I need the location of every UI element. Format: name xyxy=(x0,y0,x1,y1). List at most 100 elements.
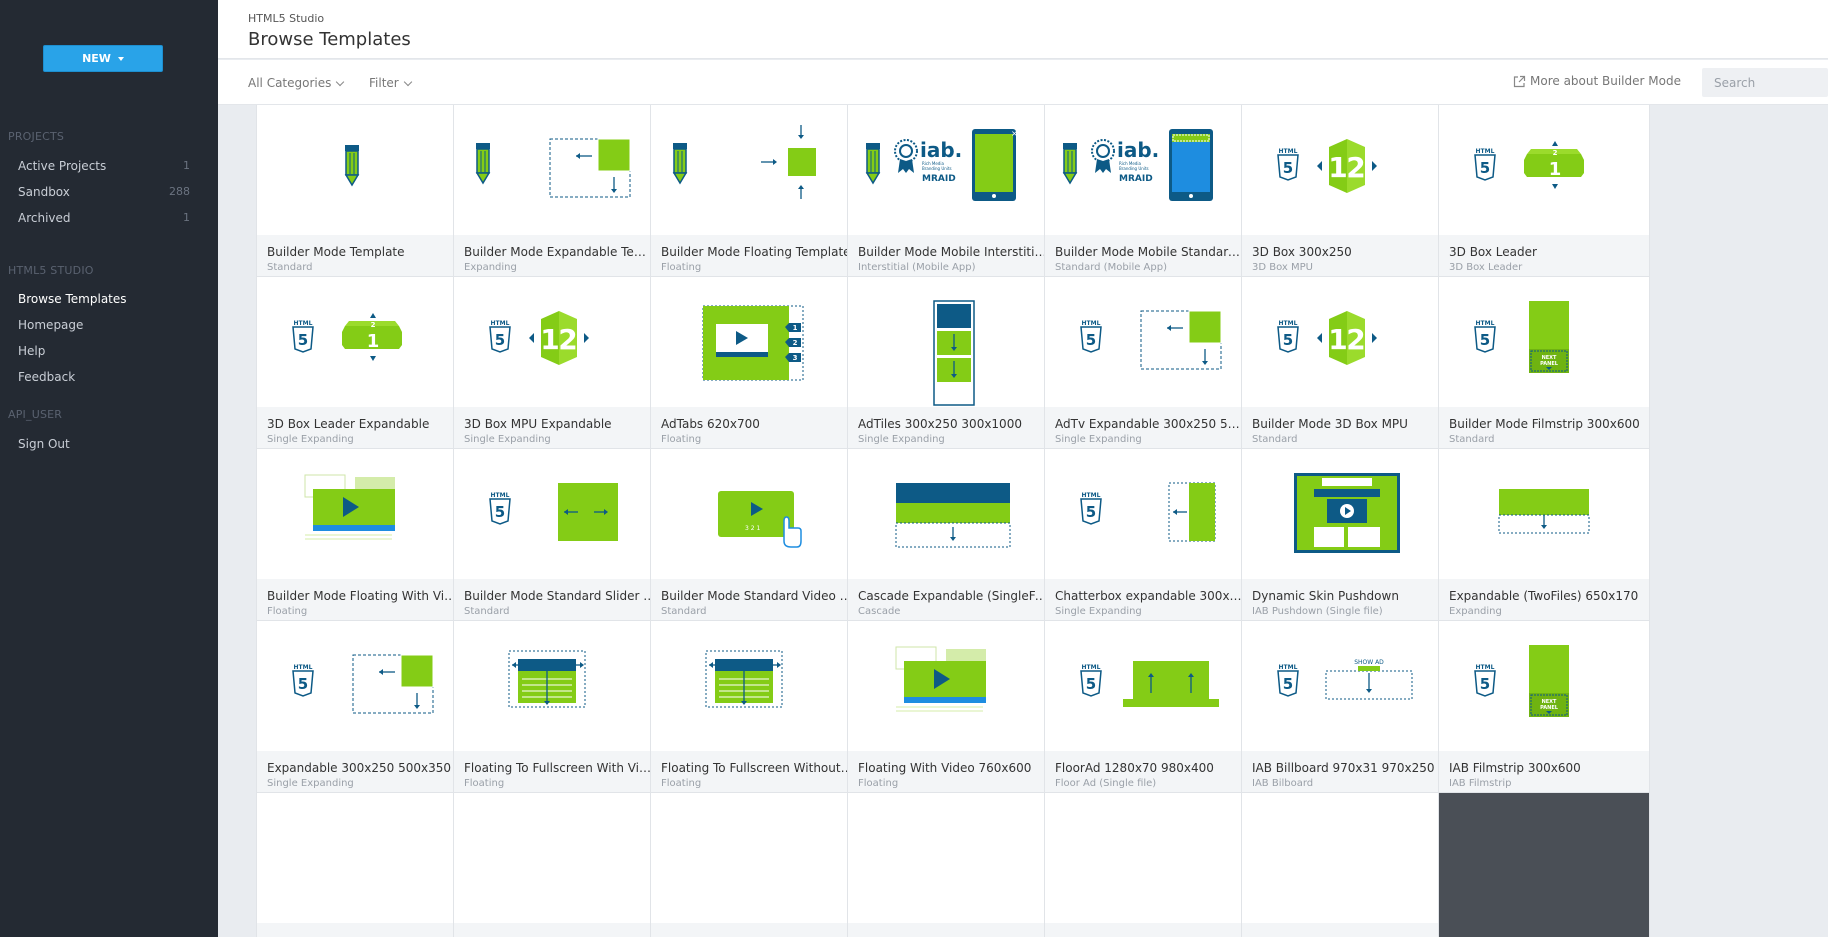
template-card[interactable] xyxy=(1242,793,1452,937)
template-card[interactable]: HTML 5 1 2 Builder Mode 3D Box MPU Standard xyxy=(1242,277,1452,457)
main-content: HTML5 Studio Browse Templates All Catego… xyxy=(218,0,1828,937)
template-card[interactable]: HTML 5 1 2 3D Box 300x250 3D Box MPU xyxy=(1242,105,1452,285)
svg-text:1: 1 xyxy=(1328,151,1347,184)
template-card[interactable]: HTML 5 Builder Mode Standard Slider 3... … xyxy=(454,449,664,629)
template-card[interactable] xyxy=(848,793,1058,937)
template-card[interactable]: Builder Mode Floating Template Floating xyxy=(651,105,861,285)
projects-heading: PROJECTS xyxy=(8,130,65,143)
template-subtitle: Expanding xyxy=(464,262,517,273)
template-thumbnail-graphic xyxy=(895,483,1011,548)
svg-text:HTML: HTML xyxy=(1279,148,1298,155)
template-card[interactable]: HTML 5 AdTv Expandable 300x250 500x... Si… xyxy=(1045,277,1255,457)
filter-dropdown[interactable]: Filter xyxy=(369,76,412,90)
svg-text:1: 1 xyxy=(793,324,798,332)
template-thumbnail xyxy=(1242,793,1452,923)
svg-text:HTML: HTML xyxy=(1279,664,1298,671)
sidebar-item-label: Sandbox xyxy=(18,185,70,199)
template-title: Builder Mode Filmstrip 300x600 xyxy=(1449,417,1640,431)
template-card[interactable]: AdTiles 300x250 300x1000 Single Expandin… xyxy=(848,277,1058,457)
template-title: Floating To Fullscreen Without ... xyxy=(661,761,853,775)
template-card[interactable]: HTML 5 1 2 3D Box MPU Expandable Single Exp… xyxy=(454,277,664,457)
template-thumbnail xyxy=(257,793,467,923)
template-card[interactable]: Floating With Video 760x600 Floating xyxy=(848,621,1058,801)
template-card[interactable]: HTML 5 1 2 3D Box Leader 3D Box Leader xyxy=(1439,105,1649,285)
template-card[interactable]: Builder Mode Expandable Templ... Expandi… xyxy=(454,105,664,285)
template-card[interactable] xyxy=(454,793,664,937)
svg-text:1: 1 xyxy=(1549,159,1562,180)
template-title: Expandable (TwoFiles) 650x170 xyxy=(1449,589,1639,603)
template-card[interactable]: HTML 5 FloorAd 1280x70 980x400 Floor Ad (… xyxy=(1045,621,1255,801)
template-title: Cascade Expandable (SingleFile)... xyxy=(858,589,1050,603)
template-card[interactable] xyxy=(1045,793,1255,937)
template-thumbnail-graphic: HTML 5 xyxy=(1080,661,1219,707)
template-card[interactable]: 3 2 1 Builder Mode Standard Video M... S… xyxy=(651,449,861,629)
template-card[interactable]: Cascade Expandable (SingleFile)... Casca… xyxy=(848,449,1058,629)
template-thumbnail-graphic: HTML 5 xyxy=(1080,482,1216,542)
template-card[interactable]: iab. Rich Media Branding Units MRAID Builde… xyxy=(1045,105,1255,285)
template-card[interactable]: Floating To Fullscreen Without ... Float… xyxy=(651,621,861,801)
caret-down-icon xyxy=(117,56,124,61)
template-card[interactable]: Expandable (TwoFiles) 650x170 Expanding xyxy=(1439,449,1649,629)
search-input[interactable] xyxy=(1702,68,1828,97)
svg-text:HTML: HTML xyxy=(1279,320,1298,327)
template-subtitle: Single Expanding xyxy=(267,434,354,445)
template-subtitle: 3D Box MPU xyxy=(1252,262,1313,273)
template-subtitle: Floating xyxy=(464,778,505,789)
template-card[interactable]: HTML 5 NEXT PANEL Builder Mode Filmstrip 30… xyxy=(1439,277,1649,457)
template-card[interactable] xyxy=(257,793,467,937)
template-subtitle: IAB Bilboard xyxy=(1252,778,1314,789)
template-thumbnail xyxy=(651,793,861,923)
sidebar-item-sandbox[interactable]: Sandbox 288 xyxy=(18,185,190,199)
sidebar-item-homepage[interactable]: Homepage xyxy=(18,318,190,332)
sidebar-item-count: 1 xyxy=(183,159,190,172)
template-thumbnail: HTML 5 1 2 xyxy=(454,277,664,407)
template-subtitle: IAB Pushdown (Single file) xyxy=(1252,606,1383,617)
template-subtitle: Floating xyxy=(661,262,702,273)
template-thumbnail xyxy=(651,621,861,751)
sidebar-item-help[interactable]: Help xyxy=(18,344,190,358)
template-thumbnail xyxy=(1045,793,1255,923)
svg-text:HTML: HTML xyxy=(1476,664,1495,671)
sidebar-item-label: Homepage xyxy=(18,318,84,332)
new-button-label: NEW xyxy=(82,52,111,65)
template-card[interactable]: Builder Mode Template Standard xyxy=(257,105,467,285)
template-card[interactable]: Builder Mode Floating With Vid... Floati… xyxy=(257,449,467,629)
template-card[interactable]: HTML 5 1 2 3D Box Leader Expandable Single … xyxy=(257,277,467,457)
breadcrumb[interactable]: HTML5 Studio xyxy=(248,12,324,25)
template-card[interactable]: HTML 5 Expandable 300x250 500x350 Single … xyxy=(257,621,467,801)
template-card[interactable]: Dynamic Skin Pushdown IAB Pushdown (Sing… xyxy=(1242,449,1452,629)
template-title: Builder Mode Floating Template xyxy=(661,245,851,259)
template-card[interactable] xyxy=(1439,793,1649,937)
sidebar-item-feedback[interactable]: Feedback xyxy=(18,370,190,384)
template-card[interactable]: 1 2 3 AdTabs 620x700 Floating xyxy=(651,277,861,457)
svg-text:2: 2 xyxy=(793,339,798,347)
template-thumbnail xyxy=(257,105,467,235)
sidebar-item-browse-templates[interactable]: Browse Templates xyxy=(18,292,190,306)
template-card[interactable]: Floating To Fullscreen With Video Floati… xyxy=(454,621,664,801)
sign-out-link[interactable]: Sign Out xyxy=(18,437,190,451)
more-about-builder-mode-link[interactable]: More about Builder Mode xyxy=(1513,74,1681,88)
template-card[interactable]: HTML 5 Chatterbox expandable 300x60... Si… xyxy=(1045,449,1255,629)
template-thumbnail-graphic xyxy=(1045,793,1255,923)
template-thumbnail: HTML 5 xyxy=(1045,621,1255,751)
template-card[interactable]: HTML 5 SHOW AD IAB Billboard 970x31 970x25… xyxy=(1242,621,1452,801)
categories-dropdown[interactable]: All Categories xyxy=(248,76,345,90)
template-thumbnail-graphic xyxy=(672,125,816,199)
template-subtitle: Floating xyxy=(661,434,702,445)
sidebar-item-archived[interactable]: Archived 1 xyxy=(18,211,190,225)
template-subtitle: Standard xyxy=(661,606,707,617)
template-thumbnail: HTML 5 xyxy=(1045,449,1255,579)
svg-text:HTML: HTML xyxy=(1082,664,1101,671)
new-button[interactable]: NEW xyxy=(43,45,163,72)
template-thumbnail-graphic: HTML 5 12 xyxy=(1277,139,1377,193)
template-subtitle: Floor Ad (Single file) xyxy=(1055,778,1157,789)
user-heading: API_USER xyxy=(8,408,63,421)
template-card[interactable]: iab. Rich Media Branding Units MRAID × Build… xyxy=(848,105,1058,285)
svg-text:1: 1 xyxy=(1328,323,1347,356)
template-card[interactable] xyxy=(651,793,861,937)
sidebar-item-label: Sign Out xyxy=(18,437,70,451)
sidebar-item-active-projects[interactable]: Active Projects 1 xyxy=(18,159,190,173)
template-thumbnail-graphic: HTML 5 xyxy=(292,654,434,714)
template-card[interactable]: HTML 5 NEXT PANEL IAB Filmstrip 300x600 IAB… xyxy=(1439,621,1649,801)
template-thumbnail-graphic: 3 2 1 xyxy=(718,491,802,548)
